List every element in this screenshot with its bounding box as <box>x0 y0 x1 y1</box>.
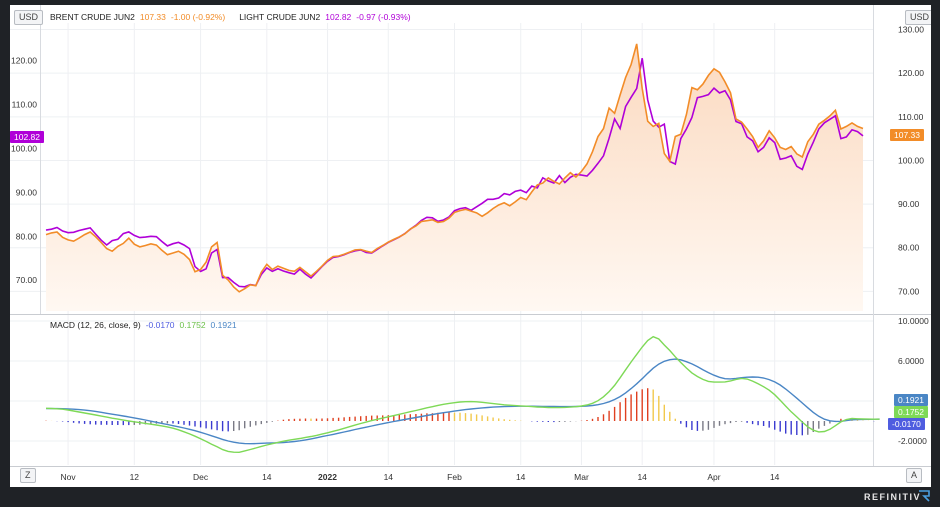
macd-line <box>45 335 880 454</box>
auto-scale-chip[interactable]: A <box>906 468 923 483</box>
legend-light-value: 102.82 <box>325 12 352 22</box>
x-axis-label: 14 <box>516 472 526 482</box>
left-axis-label: 120.00 <box>11 55 37 65</box>
macd-legend: MACD (12, 26, close, 9) -0.0170 0.1752 0.19… <box>50 319 242 331</box>
right-axis-label: 120.00 <box>898 68 924 78</box>
x-axis-label: 14 <box>262 472 272 482</box>
light-last-price-tag: 102.82 <box>10 131 44 143</box>
legend-brent-change: -1.00 (-0.92%) <box>170 12 226 22</box>
x-axis-label: 2022 <box>318 472 337 482</box>
x-axis-label: Apr <box>707 472 720 482</box>
right-axis-label: 90.00 <box>898 199 920 209</box>
macd-legend-macd: 0.1752 <box>179 320 206 330</box>
right-axis-label: 80.00 <box>898 243 920 253</box>
x-axis-label: 12 <box>130 472 140 482</box>
x-axis-label: 14 <box>384 472 394 482</box>
macd-axis-label: 6.0000 <box>898 356 924 366</box>
left-axis-label: 80.00 <box>16 231 38 241</box>
chart-frame: 70.00 80.00 90.00 100.00 110.00 120.00 70.00 80… <box>10 5 931 487</box>
right-axis-label: 70.00 <box>898 286 920 296</box>
x-axis-label: Mar <box>574 472 589 482</box>
macd-legend-hist: -0.0170 <box>145 320 175 330</box>
macd-axis-label: 10.0000 <box>898 316 929 326</box>
x-axis-label: Nov <box>61 472 77 482</box>
macd-legend-label: MACD (12, 26, close, 9) <box>50 320 141 330</box>
macd-legend-signal: 0.1921 <box>210 320 237 330</box>
left-axis-label: 100.00 <box>11 143 37 153</box>
brent-last-price-tag: 107.33 <box>890 129 924 141</box>
x-axis-label: 14 <box>637 472 647 482</box>
x-axis-label: Dec <box>193 472 209 482</box>
macd-axis-label: -2.0000 <box>898 436 927 446</box>
currency-chip-right[interactable]: USD <box>905 10 931 25</box>
right-axis-label: 130.00 <box>898 25 924 35</box>
legend-brent-value: 107.33 <box>139 12 166 22</box>
left-axis-label: 110.00 <box>12 99 38 109</box>
legend-light-name: LIGHT CRUDE JUN2 <box>239 12 321 22</box>
left-axis-label: 70.00 <box>16 275 38 285</box>
x-axis-label: 14 <box>770 472 780 482</box>
price-legend: BRENT CRUDE JUN2 107.33 -1.00 (-0.92%) LIGH… <box>50 11 416 23</box>
refinitiv-logo-icon <box>919 490 930 502</box>
signal-last-tag: 0.1921 <box>894 394 928 406</box>
right-axis-label: 100.00 <box>898 155 924 165</box>
chart-canvas: 70.00 80.00 90.00 100.00 110.00 120.00 70.00 80… <box>10 5 931 482</box>
x-axis-label: Feb <box>447 472 462 482</box>
macd-last-tag: 0.1752 <box>894 406 928 418</box>
legend-light-change: -0.97 (-0.93%) <box>356 12 411 22</box>
right-axis-label: 110.00 <box>898 112 924 122</box>
zoom-chip[interactable]: Z <box>20 468 36 483</box>
left-axis-label: 90.00 <box>16 187 38 197</box>
histogram-last-tag: -0.0170 <box>888 418 925 430</box>
refinitiv-brand: REFINITIV <box>864 492 922 502</box>
legend-brent-name: BRENT CRUDE JUN2 <box>50 12 135 22</box>
currency-chip-left[interactable]: USD <box>14 10 44 25</box>
